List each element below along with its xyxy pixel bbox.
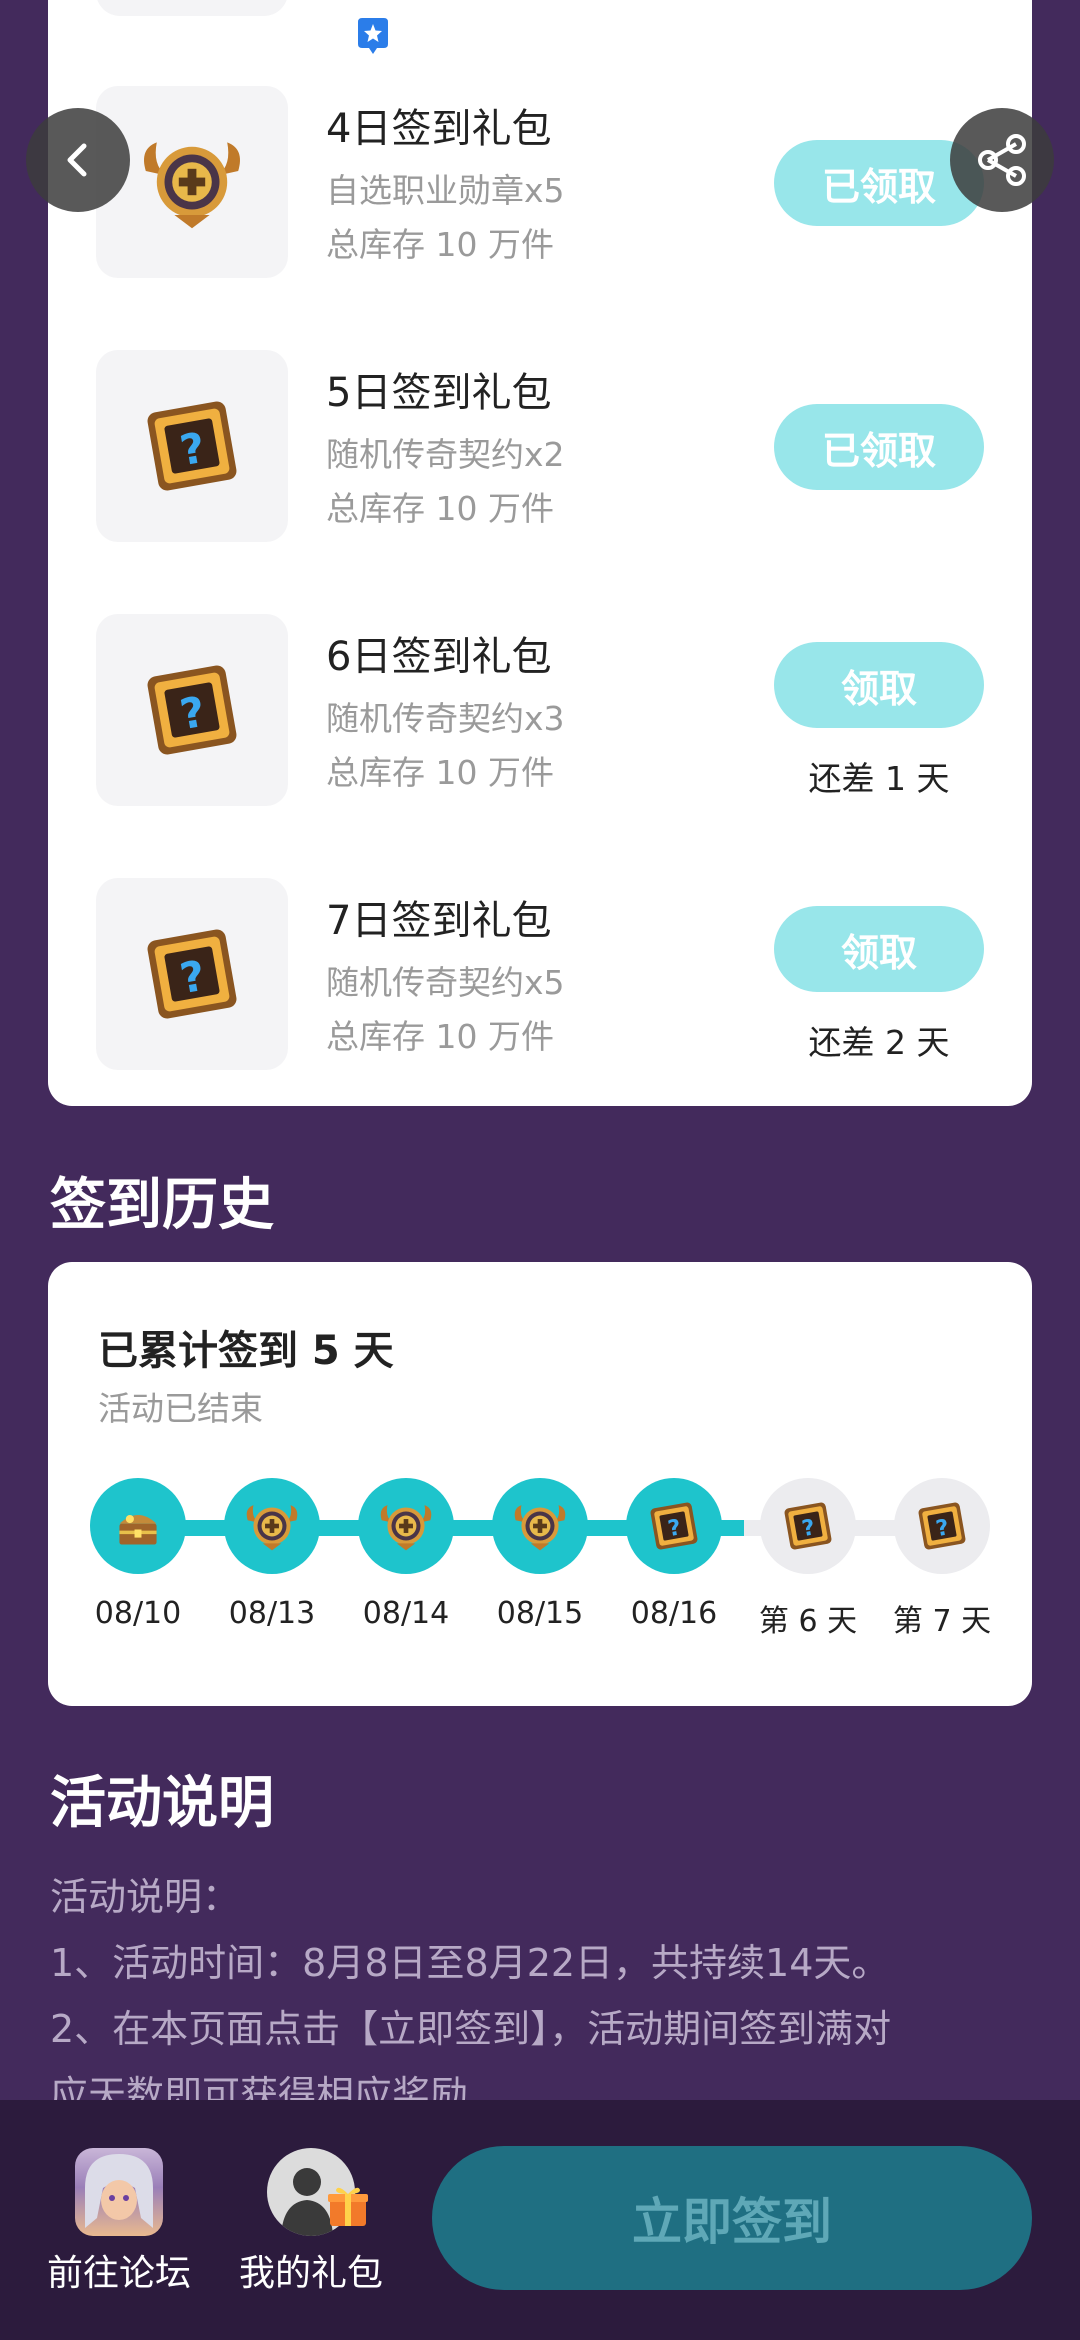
claim-button[interactable]: 领取	[774, 906, 984, 992]
mystery-contract-icon: ?	[147, 401, 237, 491]
history-day-label: 08/15	[496, 1596, 584, 1631]
gift-title: 7日签到礼包	[326, 898, 552, 944]
mystery-contract-icon: ?	[147, 929, 237, 1019]
share-icon	[978, 134, 1026, 186]
description-line: 1、活动时间：8月8日至8月22日，共持续14天。	[50, 1941, 890, 1985]
verified-badge-icon	[358, 18, 388, 54]
history-day-marker	[492, 1478, 588, 1574]
forum-avatar-icon	[75, 2148, 163, 2236]
medal-icon	[144, 142, 240, 229]
gift-title: 4日签到礼包	[326, 106, 552, 152]
my-gifts-label: 我的礼包	[238, 2253, 383, 2294]
gift-row: 4日签到礼包 自选职业勋章x5 总库存 10 万件 已领取	[48, 86, 1032, 286]
gift-description: 随机传奇契约x2	[326, 435, 565, 474]
previous-gift-thumbnail	[96, 0, 288, 16]
mystery-contract-icon: ?	[918, 1502, 966, 1550]
gift-title: 5日签到礼包	[326, 370, 552, 416]
history-day-marker: ?	[760, 1478, 856, 1574]
gift-thumbnail: ?	[96, 878, 288, 1070]
gift-box-icon	[328, 2187, 368, 2226]
history-section-title: 签到历史	[50, 1173, 274, 1238]
gift-stock: 总库存 10 万件	[326, 225, 554, 264]
history-day-marker	[90, 1478, 186, 1574]
history-day-label: 08/16	[630, 1596, 718, 1631]
gift-stock: 总库存 10 万件	[326, 489, 554, 528]
description-section-title: 活动说明	[50, 1771, 274, 1836]
description-line: 活动说明：	[50, 1875, 241, 1919]
gift-row: ? 5日签到礼包 随机传奇契约x2 总库存 10 万件 已领取	[48, 350, 1032, 550]
claim-button[interactable]: 已领取	[774, 404, 984, 490]
history-day-label: 第 6 天	[758, 1604, 858, 1639]
description-line: 2、在本页面点击【立即签到】，活动期间签到满对	[50, 2007, 892, 2051]
mystery-contract-icon: ?	[784, 1502, 832, 1550]
gift-stock: 总库存 10 万件	[326, 1017, 554, 1056]
days-remaining: 还差 2 天	[808, 1023, 950, 1062]
gift-thumbnail: ?	[96, 614, 288, 806]
claim-button[interactable]: 领取	[774, 642, 984, 728]
forum-nav-item[interactable]: 前往论坛	[34, 2148, 204, 2296]
history-day-label: 08/13	[228, 1596, 316, 1631]
medal-icon	[246, 1505, 298, 1551]
medal-icon	[514, 1505, 566, 1551]
my-gifts-nav-item[interactable]: 我的礼包	[226, 2148, 396, 2296]
history-day-label: 08/14	[362, 1596, 450, 1631]
gift-description: 随机传奇契约x5	[326, 963, 565, 1002]
gift-title: 6日签到礼包	[326, 634, 552, 680]
history-day-marker	[224, 1478, 320, 1574]
history-day-label: 08/10	[94, 1596, 182, 1631]
bottom-action-bar: 前往论坛 我的礼包 立即签到	[0, 2100, 1080, 2340]
medal-icon	[380, 1505, 432, 1551]
history-day-label: 第 7 天	[892, 1604, 992, 1639]
forum-label: 前往论坛	[46, 2253, 191, 2294]
share-button[interactable]	[950, 108, 1054, 212]
mystery-contract-icon: ?	[650, 1502, 698, 1550]
treasure-chest-icon	[119, 1514, 157, 1545]
mystery-contract-icon: ?	[147, 665, 237, 755]
gift-row: ? 6日签到礼包 随机传奇契约x3 总库存 10 万件 领取 还差 1 天	[48, 614, 1032, 814]
signin-count: 已累计签到 5 天	[98, 1328, 394, 1374]
gift-row: ? 7日签到礼包 随机传奇契约x5 总库存 10 万件 领取 还差 2 天	[48, 878, 1032, 1078]
history-day-marker: ?	[894, 1478, 990, 1574]
history-day-marker	[358, 1478, 454, 1574]
days-remaining: 还差 1 天	[808, 759, 950, 798]
history-day-marker: ?	[626, 1478, 722, 1574]
signin-now-button[interactable]: 立即签到	[432, 2146, 1032, 2290]
gift-description: 自选职业勋章x5	[326, 171, 565, 210]
chevron-left-icon	[67, 143, 87, 177]
back-button[interactable]	[26, 108, 130, 212]
gift-description: 随机传奇契约x3	[326, 699, 565, 738]
gift-stock: 总库存 10 万件	[326, 753, 554, 792]
activity-status: 活动已结束	[98, 1389, 263, 1428]
gift-thumbnail: ?	[96, 350, 288, 542]
signin-history-card: 已累计签到 5 天 活动已结束 08/10 08/13 08/14 08/15 …	[48, 1262, 1032, 1706]
